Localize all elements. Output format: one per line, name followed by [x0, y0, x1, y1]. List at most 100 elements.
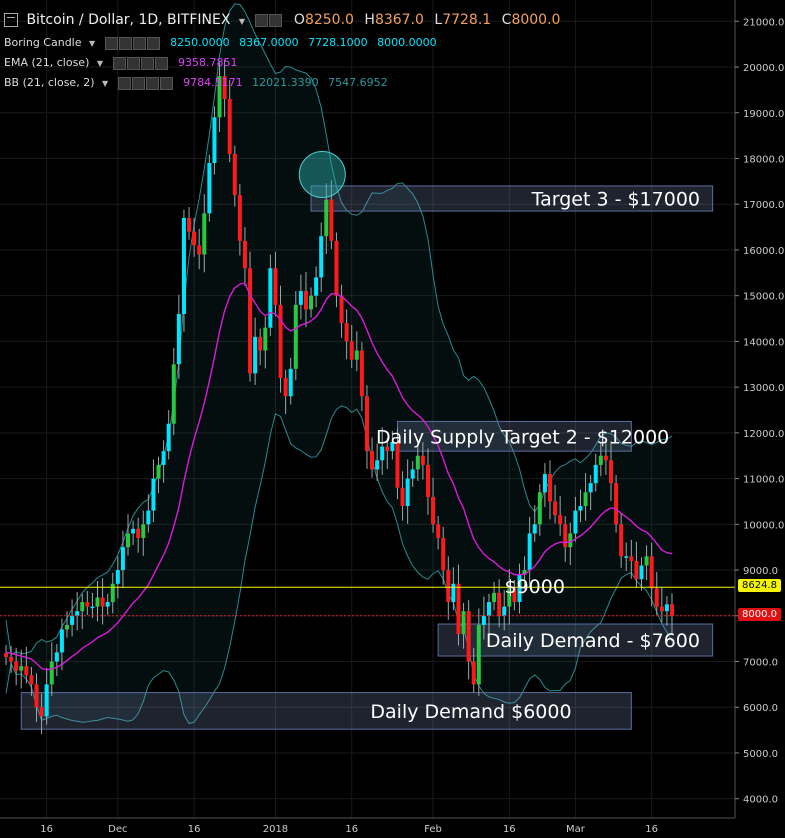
candle-body: [4, 653, 8, 657]
indicator-value: 12021.3390: [252, 76, 319, 89]
open-value: 8250.0: [304, 12, 354, 28]
y-tick-label: 11000.0: [743, 475, 784, 486]
candle-body: [354, 350, 359, 360]
high-label: H: [364, 12, 375, 28]
candle-body: [273, 268, 278, 305]
settings-icon[interactable]: [126, 56, 140, 70]
y-tick-label: 17000.0: [743, 200, 784, 211]
candle-body: [14, 661, 19, 671]
candle-body: [370, 451, 375, 470]
highlight-circle: [298, 150, 346, 198]
x-tick-label: 16: [188, 824, 201, 835]
candle-body: [44, 684, 49, 717]
candle-body: [253, 336, 258, 374]
candle-body: [75, 611, 80, 616]
candle-body: [466, 611, 471, 662]
x-tick-label: 2018: [263, 824, 288, 835]
candle-body: [59, 629, 64, 653]
y-tick-label: 12000.0: [743, 429, 784, 440]
candle-body: [115, 570, 120, 584]
indicator-name[interactable]: Boring Candle: [4, 36, 82, 49]
indicator-value: 7728.1000: [308, 36, 368, 49]
candle-body: [471, 661, 476, 685]
candle-body: [593, 464, 598, 484]
candle-body: [324, 199, 329, 237]
candle-body: [283, 377, 288, 397]
candle-body: [400, 487, 405, 507]
y-tick-label: 14000.0: [743, 337, 784, 348]
indicator-ema: EMA (21, close) ▼ 9358.7851: [4, 56, 244, 70]
chevron-down-icon[interactable]: ▼: [89, 39, 95, 48]
add-icon[interactable]: [140, 56, 154, 70]
candle-body: [451, 583, 456, 603]
settings-icon[interactable]: [118, 36, 132, 50]
candle-body: [151, 478, 156, 511]
indicator-name[interactable]: BB (21, close, 2): [4, 76, 95, 89]
candle-body: [334, 240, 339, 296]
candle-body: [497, 592, 502, 616]
candle-body: [70, 615, 75, 625]
eye-icon[interactable]: [104, 36, 118, 50]
candle-body: [329, 199, 334, 241]
candle-body: [344, 323, 349, 342]
candle-body: [415, 455, 420, 470]
indicator-value: 8250.0000: [170, 36, 230, 49]
candle-body: [486, 602, 491, 616]
hline-price-label: 8624.8: [738, 579, 781, 593]
eye-icon[interactable]: [112, 56, 126, 70]
candle-body: [80, 602, 85, 612]
eye-icon[interactable]: [269, 13, 283, 27]
candle-body: [161, 451, 166, 465]
candle-body: [232, 153, 237, 196]
y-tick-label: 7000.0: [743, 658, 778, 669]
indicator-buttons: [104, 36, 161, 50]
candle-body: [481, 615, 486, 625]
candle-body: [176, 313, 181, 365]
y-tick-label: 5000.0: [743, 749, 778, 760]
candle-body: [126, 533, 131, 548]
eye-icon[interactable]: [117, 76, 131, 90]
x-tick-label: 16: [645, 824, 658, 835]
chevron-down-icon[interactable]: ▼: [102, 79, 108, 88]
candle-body: [29, 675, 34, 685]
candle-body: [85, 602, 90, 607]
candle-body: [634, 560, 639, 580]
add-icon[interactable]: [145, 76, 159, 90]
chart-type-icon[interactable]: [4, 13, 18, 27]
candle-body: [670, 604, 674, 616]
candle-body: [24, 666, 29, 676]
indicator-name[interactable]: EMA (21, close): [4, 56, 89, 69]
candle-body: [456, 583, 461, 635]
symbol-title[interactable]: Bitcoin / Dollar, 1D, BITFINEX: [26, 12, 230, 28]
zone-label: Target 3 - $17000: [531, 188, 700, 210]
candle-body: [446, 570, 451, 603]
candle-body: [532, 524, 537, 534]
candle-body: [298, 291, 303, 305]
symbol-caret-icon[interactable]: ▼: [239, 17, 245, 26]
candle-body: [395, 442, 400, 488]
settings-icon[interactable]: [255, 13, 269, 27]
indicator-value: 7547.6952: [328, 76, 388, 89]
x-tick-label: Dec: [108, 824, 127, 835]
indicator-boring-candle: Boring Candle ▼ 8250.0000 8367.0000 7728…: [4, 36, 443, 50]
price-chart[interactable]: Target 3 - $17000 Daily Supply Target 2 -…: [0, 0, 785, 838]
candle-body: [100, 597, 105, 607]
candle-body: [19, 666, 24, 671]
candle-body: [614, 483, 619, 525]
candle-body: [110, 583, 115, 603]
candle-body: [608, 460, 613, 484]
y-tick-label: 6000.0: [743, 703, 778, 714]
code-icon[interactable]: [132, 36, 146, 50]
indicator-buttons: [112, 56, 169, 70]
candle-body: [364, 396, 369, 452]
candle-body: [547, 474, 552, 502]
candle-body: [319, 236, 324, 278]
candle-body: [309, 295, 314, 310]
close-icon[interactable]: [159, 76, 173, 90]
candle-body: [34, 684, 39, 708]
close-icon[interactable]: [146, 36, 160, 50]
settings-icon[interactable]: [131, 76, 145, 90]
close-icon[interactable]: [154, 56, 168, 70]
candle-body: [639, 565, 644, 580]
chevron-down-icon[interactable]: ▼: [97, 59, 103, 68]
